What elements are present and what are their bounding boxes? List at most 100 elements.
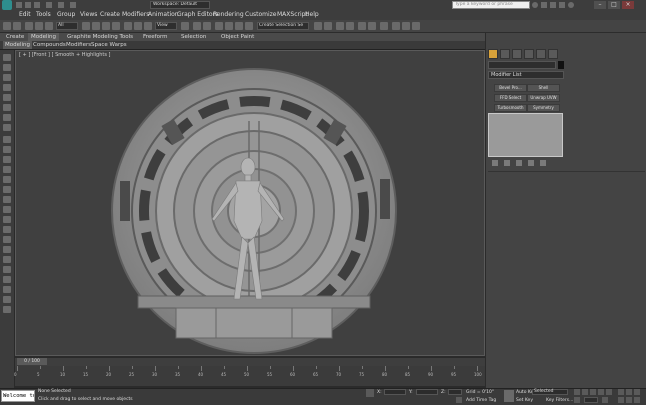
- menu-customize[interactable]: Customize: [245, 11, 277, 18]
- motion-panel-tab[interactable]: [524, 49, 534, 59]
- object-color-swatch[interactable]: [558, 61, 564, 69]
- inflate-tool-icon[interactable]: [3, 216, 11, 223]
- project-folder-icon[interactable]: [70, 2, 76, 8]
- snap-toggle-icon[interactable]: [215, 22, 223, 30]
- undo-tool-icon[interactable]: [3, 22, 11, 30]
- relax-tool-icon[interactable]: [3, 166, 11, 173]
- mirror-tool-icon[interactable]: [3, 114, 11, 121]
- menu-maxscript[interactable]: MAXScript: [277, 11, 308, 18]
- lasso-tool-icon[interactable]: [3, 64, 11, 71]
- window-crossing-icon[interactable]: [112, 22, 120, 30]
- link-icon[interactable]: [25, 22, 33, 30]
- tab-create[interactable]: Create: [3, 33, 27, 41]
- schematic-view-icon[interactable]: [368, 22, 376, 30]
- keyboard-shortcut-icon[interactable]: [203, 22, 211, 30]
- modifier-button-3[interactable]: FFD Select: [494, 94, 527, 102]
- show-end-result-icon[interactable]: [504, 160, 510, 166]
- pin-stack-icon[interactable]: [492, 160, 498, 166]
- render-production-icon[interactable]: [412, 22, 420, 30]
- brush-tool-icon[interactable]: [3, 146, 11, 153]
- menu-create[interactable]: Create: [100, 11, 120, 18]
- menu-rendering[interactable]: Rendering: [213, 11, 244, 18]
- time-tag-icon[interactable]: [456, 397, 462, 403]
- utilities-panel-tab[interactable]: [548, 49, 558, 59]
- hierarchy-panel-tab[interactable]: [512, 49, 522, 59]
- maximize-button[interactable]: □: [608, 1, 620, 9]
- workspace-dropdown[interactable]: Workspace: Default: [150, 1, 210, 9]
- front-viewport[interactable]: [ + ] [Front ] [ Smooth + Highlights ]: [15, 50, 485, 356]
- new-file-icon[interactable]: [16, 2, 22, 8]
- paint-tool-icon[interactable]: [3, 136, 11, 143]
- rotate-tool-icon[interactable]: [3, 84, 11, 91]
- mirror-icon[interactable]: [314, 22, 322, 30]
- go-to-end-icon[interactable]: [606, 389, 612, 395]
- noise-tool-icon[interactable]: [3, 196, 11, 203]
- push-tool-icon[interactable]: [3, 176, 11, 183]
- erase-tool-icon[interactable]: [3, 296, 11, 303]
- modifier-stack[interactable]: [488, 113, 563, 157]
- snap-tool-icon[interactable]: [3, 104, 11, 111]
- modifier-button-2[interactable]: Shell: [527, 84, 560, 92]
- communication-center-icon[interactable]: [550, 2, 556, 8]
- time-slider-thumb[interactable]: 0 / 100: [17, 358, 47, 365]
- time-config-icon[interactable]: [602, 397, 608, 403]
- contour-tool-icon[interactable]: [3, 226, 11, 233]
- tab-object-paint[interactable]: Object Paint: [218, 33, 257, 41]
- menu-edit[interactable]: Edit: [19, 11, 31, 18]
- conform-tool-icon[interactable]: [3, 286, 11, 293]
- reference-coord-dropdown[interactable]: View: [155, 22, 177, 30]
- menu-help[interactable]: Help: [305, 11, 319, 18]
- zoom-all-icon[interactable]: [626, 389, 632, 395]
- modifier-button-5[interactable]: Turbosmooth: [494, 104, 527, 112]
- pinch-tool-icon[interactable]: [3, 186, 11, 193]
- zoom-extents-icon[interactable]: [634, 389, 640, 395]
- spin-tool-icon[interactable]: [3, 266, 11, 273]
- modifier-button-4[interactable]: Unwrap UVW: [527, 94, 560, 102]
- scale-icon[interactable]: [144, 22, 152, 30]
- menu-views[interactable]: Views: [80, 11, 97, 18]
- current-frame-field[interactable]: [584, 397, 598, 403]
- open-file-icon[interactable]: [25, 2, 31, 8]
- material-editor-icon[interactable]: [380, 22, 388, 30]
- minimize-button[interactable]: –: [594, 1, 606, 9]
- track-bar[interactable]: 0 5 10 15 20 25 30 35 40 45 50 55 60 65 70 75 80 85 90 95 10…: [14, 366, 485, 386]
- flatten-tool-icon[interactable]: [3, 206, 11, 213]
- tab-selection[interactable]: Selection: [178, 33, 209, 41]
- app-logo-icon[interactable]: [2, 0, 12, 10]
- remove-modifier-icon[interactable]: [528, 160, 534, 166]
- tab-freeform[interactable]: Freeform: [140, 33, 171, 41]
- subtab-compounds[interactable]: Compounds: [31, 41, 68, 49]
- named-selection-dropdown[interactable]: Create Selection Se: [257, 22, 309, 30]
- region-select-icon[interactable]: [102, 22, 110, 30]
- align-tool-icon[interactable]: [3, 124, 11, 131]
- search-input[interactable]: Type a keyword or phrase: [452, 1, 530, 9]
- redo-tool-icon[interactable]: [13, 22, 21, 30]
- spinner-snap-icon[interactable]: [245, 22, 253, 30]
- next-frame-icon[interactable]: [598, 389, 604, 395]
- undo-icon[interactable]: [46, 2, 52, 8]
- bind-space-warp-icon[interactable]: [45, 22, 53, 30]
- rendered-frame-window-icon[interactable]: [402, 22, 410, 30]
- zoom-icon[interactable]: [618, 389, 624, 395]
- menu-group[interactable]: Group: [57, 11, 75, 18]
- favorites-icon[interactable]: [559, 2, 565, 8]
- y-coord-field[interactable]: [416, 389, 438, 395]
- subtab-modeling[interactable]: Modeling: [3, 41, 33, 49]
- tab-graphite-modeling-tools[interactable]: Graphite Modeling Tools: [64, 33, 136, 41]
- go-to-start-icon[interactable]: [574, 389, 580, 395]
- modifier-button-6[interactable]: Symmetry: [527, 104, 560, 112]
- smooth-tool-icon[interactable]: [3, 156, 11, 163]
- move-tool-icon[interactable]: [3, 74, 11, 81]
- configure-modifier-sets-icon[interactable]: [540, 160, 546, 166]
- x-coord-field[interactable]: [384, 389, 406, 395]
- curve-editor-icon[interactable]: [358, 22, 366, 30]
- search-icon[interactable]: [532, 2, 538, 8]
- key-mode-toggle-icon[interactable]: [574, 397, 580, 403]
- pan-icon[interactable]: [626, 397, 632, 403]
- lock-selection-icon[interactable]: [366, 389, 374, 397]
- modifier-button-1[interactable]: Bevel Pro...: [494, 84, 527, 92]
- close-button[interactable]: ×: [622, 1, 634, 9]
- layer-manager-icon[interactable]: [336, 22, 344, 30]
- select-manipulate-icon[interactable]: [193, 22, 201, 30]
- percent-snap-icon[interactable]: [235, 22, 243, 30]
